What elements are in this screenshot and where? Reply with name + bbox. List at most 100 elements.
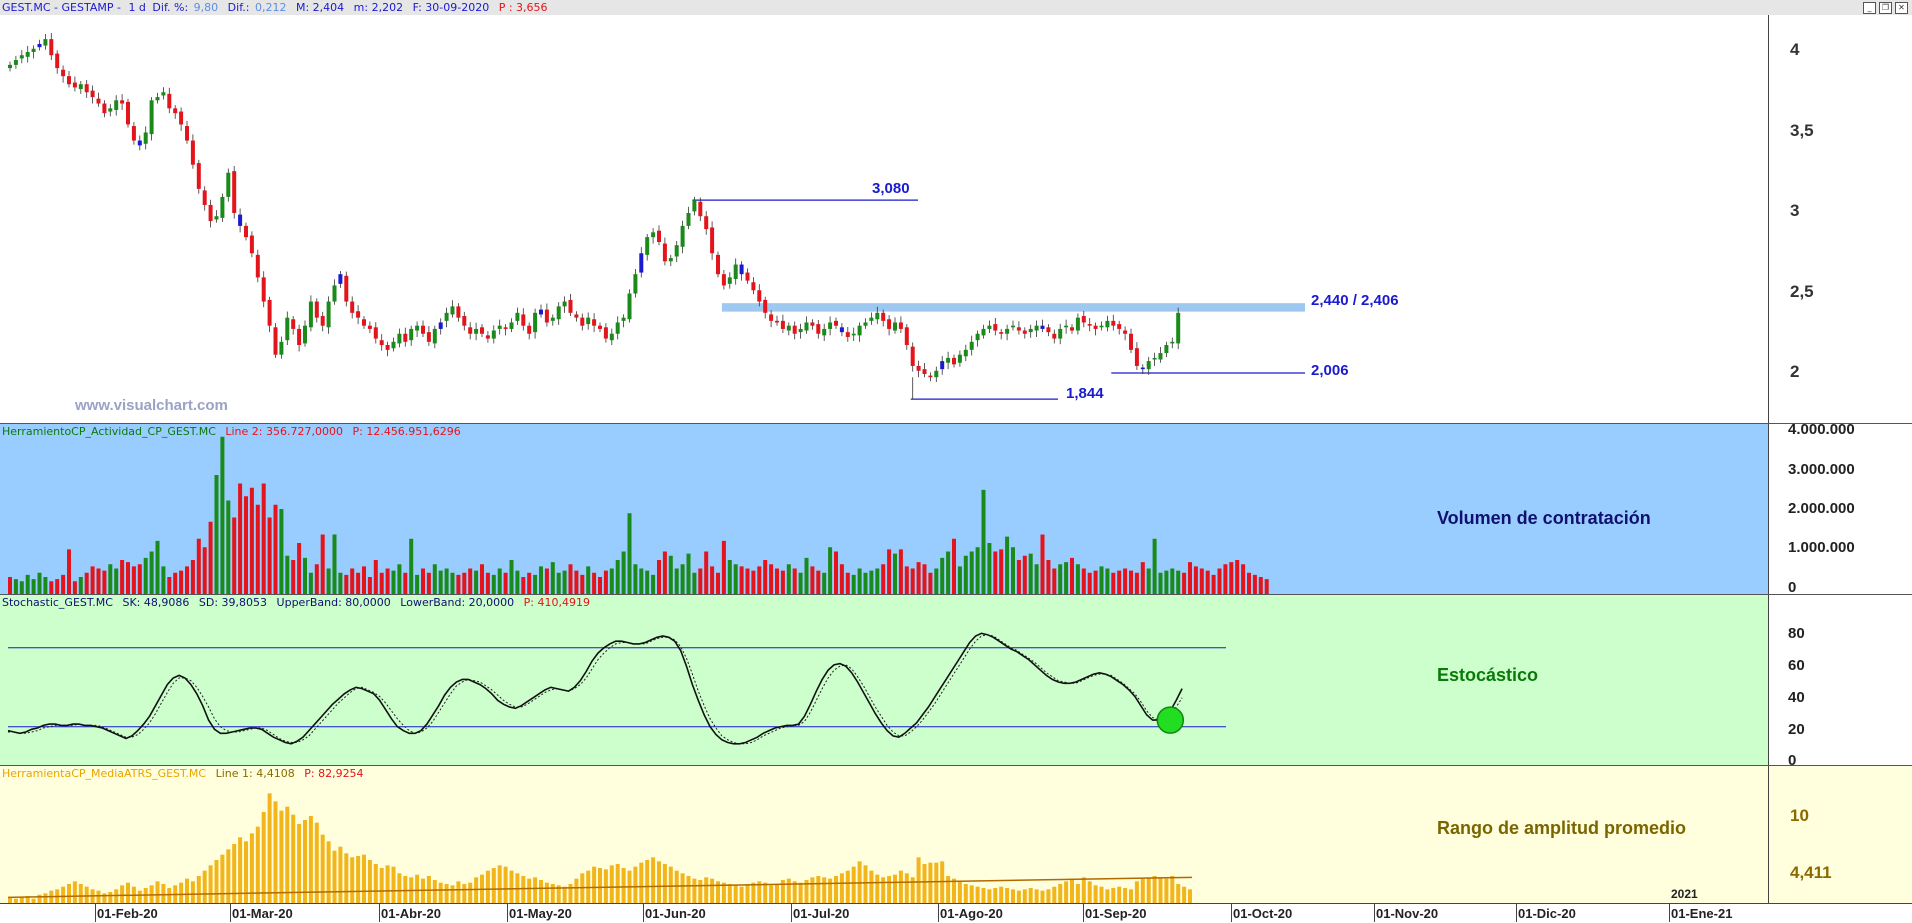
candle <box>851 333 856 336</box>
atr-bar <box>190 881 195 904</box>
candle <box>1117 324 1122 329</box>
candle <box>898 322 903 329</box>
atr-bar <box>220 854 225 904</box>
candle <box>314 301 319 318</box>
x-axis-label: 01-Jul-20 <box>793 906 850 921</box>
volume-bar <box>533 574 538 594</box>
volume-bar <box>67 549 71 594</box>
atr-bar <box>1081 877 1086 904</box>
atr-bar <box>1099 886 1104 904</box>
atr-bar <box>704 877 709 904</box>
volume-bar <box>668 555 673 594</box>
atr-bar <box>769 885 774 904</box>
atr-bar <box>1140 878 1145 904</box>
price-chart[interactable] <box>0 0 1912 423</box>
candle <box>444 312 449 321</box>
volume-bar <box>196 538 201 594</box>
stoch-y-tick: 20 <box>1788 721 1805 738</box>
volume-bar <box>308 572 313 594</box>
atr-bar <box>303 820 307 904</box>
atr-y-tick: 10 <box>1790 806 1809 825</box>
candle <box>391 341 396 349</box>
stochastic-chart[interactable] <box>0 595 1912 765</box>
candle <box>167 93 172 109</box>
candle <box>61 69 66 77</box>
volume-bar <box>367 577 372 594</box>
candle <box>344 275 349 302</box>
volume-bar <box>161 566 166 594</box>
atr-bar <box>987 889 992 904</box>
candle <box>249 235 254 254</box>
x-axis-label: 01-Oct-20 <box>1233 906 1293 921</box>
atr-bar <box>491 868 496 904</box>
candle <box>1064 325 1069 328</box>
volume-bar <box>1264 579 1269 594</box>
volume-bar <box>627 513 632 594</box>
atr-bar <box>308 816 313 904</box>
volume-bar <box>969 551 974 594</box>
x-axis-label: 01-Ene-21 <box>1671 906 1733 921</box>
candle <box>273 327 278 355</box>
candle <box>90 90 95 98</box>
volume-bar <box>131 566 136 594</box>
candle <box>539 309 543 315</box>
volume-bar <box>503 572 508 594</box>
atr-bar <box>733 885 738 904</box>
volume-bar <box>373 560 378 594</box>
candle <box>1099 325 1104 328</box>
atr-bar <box>751 882 756 904</box>
atr-bar <box>61 886 66 904</box>
atr-bar <box>320 834 325 904</box>
candle <box>863 322 868 326</box>
volume-bar <box>603 570 608 594</box>
volume-bar <box>1028 553 1033 594</box>
candle <box>385 345 390 350</box>
atr-bar <box>775 884 779 904</box>
volume-bar <box>1105 568 1110 594</box>
x-axis-label: 01-May-20 <box>509 906 572 921</box>
candle <box>1164 345 1169 354</box>
candle <box>621 317 626 321</box>
volume-bar <box>544 568 549 594</box>
volume-bar <box>592 572 597 594</box>
volume-bar <box>739 566 744 594</box>
atr-bar <box>798 882 803 904</box>
volume-bar <box>651 574 656 594</box>
candle <box>940 361 945 370</box>
candle <box>131 126 136 141</box>
volume-y-tick: 3.000.000 <box>1788 461 1855 478</box>
candle <box>426 332 431 342</box>
volume-bar <box>137 564 142 594</box>
volume-bar <box>1170 568 1175 594</box>
volume-bar <box>1016 560 1021 594</box>
candle <box>804 322 809 331</box>
candle <box>480 327 484 334</box>
atr-bar <box>544 882 549 904</box>
atr-bar <box>185 878 189 904</box>
volume-bar <box>114 568 119 594</box>
volume-bar <box>13 579 18 594</box>
volume-bar <box>320 534 325 594</box>
atr-bar <box>1046 889 1051 904</box>
candle <box>922 369 927 374</box>
atr-bar <box>1070 878 1074 904</box>
atr-bar <box>828 878 833 904</box>
candle <box>244 225 248 238</box>
atr-bar <box>356 856 361 904</box>
volume-bar <box>751 570 756 594</box>
volume-bar <box>190 560 195 594</box>
volume-bar <box>474 570 479 594</box>
volume-bar <box>214 475 219 594</box>
volume-bar <box>952 538 956 594</box>
volume-bar <box>957 566 962 594</box>
atr-bar <box>615 864 620 904</box>
candle <box>509 322 514 329</box>
x-axis-tick <box>1669 903 1670 922</box>
volume-bar <box>403 572 408 594</box>
volume-bar <box>391 570 396 594</box>
volume-bar <box>893 553 897 594</box>
atr-bar <box>1170 876 1175 904</box>
candle <box>627 293 632 320</box>
volume-pane: HerramientoCP_Actividad_CP_GEST.MC Line … <box>0 423 1912 594</box>
volume-bar <box>90 566 95 594</box>
